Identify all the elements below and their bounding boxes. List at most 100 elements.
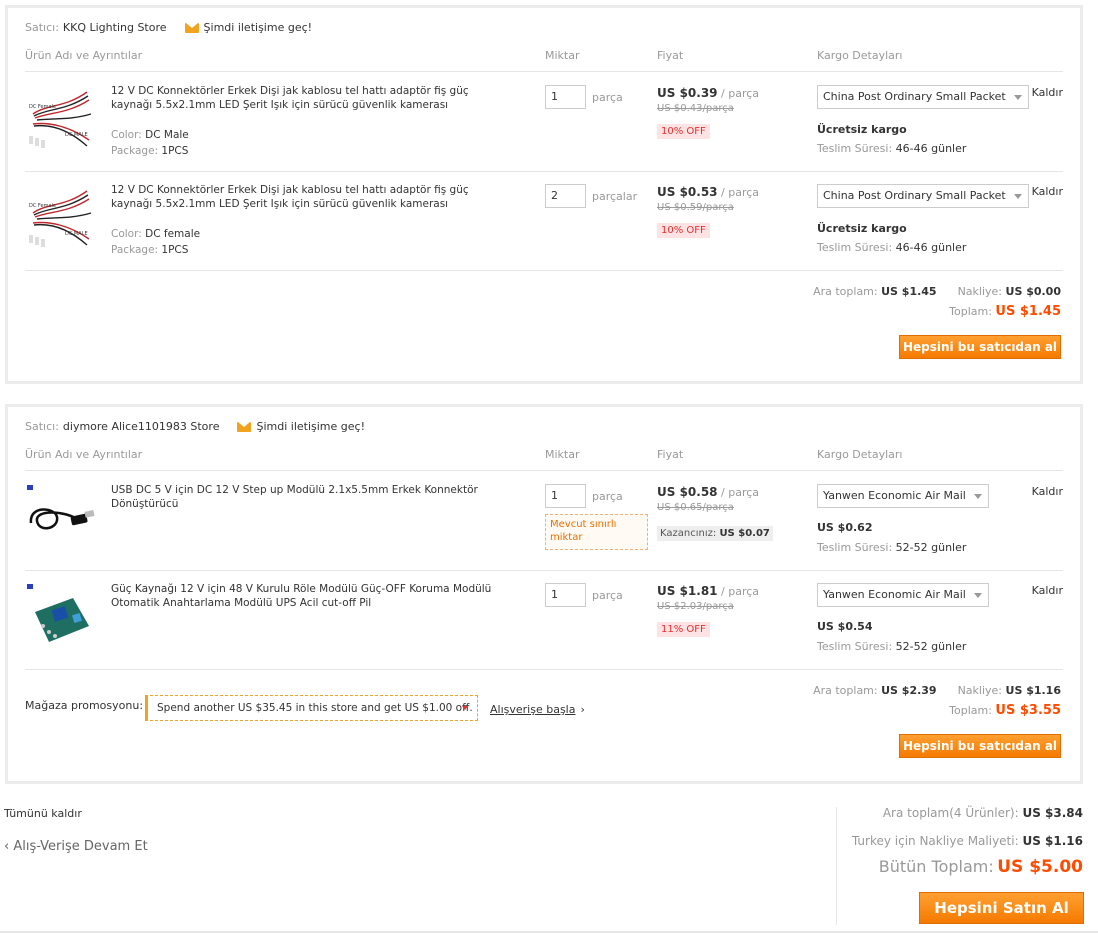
- seller-label: Satıcı:: [25, 420, 59, 433]
- attr-color-label: Color:: [111, 129, 142, 141]
- chevron-down-icon: [462, 706, 468, 710]
- remove-item-link[interactable]: Kaldır: [1032, 584, 1063, 597]
- subtotal-value: US $1.45: [881, 285, 937, 298]
- chevron-right-icon: ›: [580, 703, 585, 716]
- header-product: Ürün Adı ve Ayrıntılar: [25, 448, 143, 461]
- divider: [25, 669, 1063, 670]
- buy-from-seller-button[interactable]: Hepsini bu satıcıdan al: [899, 335, 1061, 359]
- remove-item-link[interactable]: Kaldır: [1032, 185, 1063, 198]
- delivery-label: Teslim Süresi:: [817, 541, 893, 554]
- quantity-unit: parça: [592, 589, 623, 602]
- price-per: / parça: [721, 486, 760, 499]
- store-promo-text: Spend another US $35.45 in this store an…: [157, 702, 473, 714]
- quantity-input[interactable]: 1: [545, 85, 586, 109]
- seller-row: Satıcı: KKQ Lighting Store Şimdi iletişi…: [25, 21, 312, 34]
- product-title-link[interactable]: 12 V DC Konnektörler Erkek Dişi jak kabl…: [111, 183, 507, 211]
- product-title-link[interactable]: USB DC 5 V için DC 12 V Step up Modülü 2…: [111, 483, 507, 511]
- delivery-value: 46-46 günler: [895, 241, 967, 254]
- remove-item-link[interactable]: Kaldır: [1032, 86, 1063, 99]
- shipping-method-value: China Post Ordinary Small Packet: [823, 90, 1006, 103]
- buy-all-button[interactable]: Hepsini Satın Al: [919, 892, 1084, 924]
- buy-from-seller-button[interactable]: Hepsini bu satıcıdan al: [899, 734, 1061, 758]
- shipping-method-select[interactable]: China Post Ordinary Small Packet: [817, 184, 1029, 208]
- store-promo-dropdown[interactable]: Spend another US $35.45 in this store an…: [145, 695, 478, 721]
- cart-subtotal-label: Ara toplam(4 Ürünler):: [882, 806, 1019, 820]
- mail-icon: [237, 421, 252, 432]
- discount-badge: 10% OFF: [657, 124, 710, 139]
- store-block-kkq: Satıcı: KKQ Lighting Store Şimdi iletişi…: [5, 5, 1083, 384]
- product-title-link[interactable]: 12 V DC Konnektörler Erkek Dişi jak kabl…: [111, 84, 507, 112]
- divider: [25, 270, 1063, 271]
- total-value: US $3.55: [995, 703, 1061, 718]
- old-price: US $2.03/parça: [657, 601, 734, 612]
- cart-shipping-value: US $1.16: [1022, 834, 1083, 848]
- shipping-method-select[interactable]: China Post Ordinary Small Packet: [817, 85, 1029, 109]
- shipping-method-select[interactable]: Yanwen Economic Air Mail: [817, 583, 989, 607]
- header-qty: Miktar: [545, 448, 580, 461]
- delivery-value: 46-46 günler: [895, 142, 967, 155]
- quantity-input[interactable]: 1: [545, 484, 586, 508]
- seller-label: Satıcı:: [25, 21, 59, 34]
- header-price: Fiyat: [657, 49, 684, 62]
- price: US $0.39 / parça: [657, 86, 759, 100]
- price: US $1.81 / parça: [657, 584, 759, 598]
- delivery-time: Teslim Süresi: 46-46 günler: [817, 241, 966, 254]
- attr-color-value: DC female: [145, 228, 201, 240]
- grand-total-label: Bütün Toplam:: [878, 857, 994, 876]
- shipping-label: Nakliye:: [957, 684, 1003, 697]
- start-shopping-link[interactable]: Alışverişe başla ›: [490, 703, 585, 716]
- delivery-label: Teslim Süresi:: [817, 640, 893, 653]
- svg-text:DC MALE: DC MALE: [65, 132, 88, 138]
- shipping-value: US $1.16: [1005, 684, 1061, 697]
- remove-all-link[interactable]: Tümünü kaldır: [4, 807, 82, 820]
- remove-item-link[interactable]: Kaldır: [1032, 485, 1063, 498]
- limited-stock-notice: Mevcut sınırlı miktar: [545, 514, 648, 550]
- contact-seller-link[interactable]: Şimdi iletişime geç!: [204, 21, 313, 34]
- shipping-cost: Ücretsiz kargo: [817, 123, 907, 136]
- quantity-unit: parça: [592, 490, 623, 503]
- shipping-label: Nakliye:: [957, 285, 1003, 298]
- header-qty: Miktar: [545, 49, 580, 62]
- price-value: US $0.53: [657, 185, 718, 199]
- attr-package-label: Package:: [111, 145, 159, 157]
- seller-name-link[interactable]: KKQ Lighting Store: [63, 21, 167, 34]
- quantity-input[interactable]: 2: [545, 184, 586, 208]
- product-thumbnail-cable[interactable]: DC Female DC MALE: [25, 183, 97, 255]
- continue-shopping-link[interactable]: ‹ Alış-Verişe Devam Et: [4, 839, 148, 854]
- header-product: Ürün Adı ve Ayrıntılar: [25, 49, 143, 62]
- product-thumbnail-usb-module[interactable]: [25, 483, 97, 555]
- store-subtotals: Ara toplam: US $1.45 Nakliye: US $0.00: [813, 285, 1061, 298]
- price-value: US $1.81: [657, 584, 718, 598]
- svg-text:DC Female: DC Female: [29, 203, 56, 209]
- seller-name-link[interactable]: diymore Alice1101983 Store: [63, 420, 220, 433]
- price-per: / parça: [721, 186, 760, 199]
- quantity-input[interactable]: 1: [545, 583, 586, 607]
- shipping-method-value: Yanwen Economic Air Mail: [823, 588, 966, 601]
- price-value: US $0.58: [657, 485, 718, 499]
- price-per: / parça: [721, 87, 760, 100]
- cart-subtotal: Ara toplam(4 Ürünler): US $3.84: [883, 806, 1083, 820]
- delivery-time: Teslim Süresi: 52-52 günler: [817, 640, 966, 653]
- store-promo-label: Mağaza promosyonu:: [25, 699, 144, 712]
- store-block-diymore: Satıcı: diymore Alice1101983 Store Şimdi…: [5, 404, 1083, 784]
- store-total: Toplam: US $3.55: [949, 703, 1061, 718]
- cart-item: Güç Kaynağı 12 V için 48 V Kurulu Röle M…: [25, 570, 1063, 669]
- header-shipping: Kargo Detayları: [817, 49, 903, 62]
- chevron-down-icon: [1013, 194, 1022, 199]
- product-thumbnail-relay-module[interactable]: [25, 582, 97, 654]
- attr-package-value: 1PCS: [161, 145, 189, 157]
- delivery-value: 52-52 günler: [895, 640, 967, 653]
- product-title-link[interactable]: Güç Kaynağı 12 V için 48 V Kurulu Röle M…: [111, 582, 507, 610]
- product-thumbnail-cable[interactable]: DC Female DC MALE: [25, 84, 97, 156]
- total-label: Toplam:: [949, 704, 992, 717]
- attr-package: Package: 1PCS: [111, 145, 188, 157]
- attr-package: Package: 1PCS: [111, 244, 188, 256]
- price-per: / parça: [721, 585, 760, 598]
- contact-seller-link[interactable]: Şimdi iletişime geç!: [256, 420, 365, 433]
- shipping-method-select[interactable]: Yanwen Economic Air Mail: [817, 484, 989, 508]
- delivery-time: Teslim Süresi: 52-52 günler: [817, 541, 966, 554]
- start-shopping-label: Alışverişe başla: [490, 703, 576, 716]
- cart-item: DC Female DC MALE 12 V DC Konnektörler E…: [25, 171, 1063, 270]
- shipping-cost: Ücretsiz kargo: [817, 222, 907, 235]
- attr-package-value: 1PCS: [161, 244, 189, 256]
